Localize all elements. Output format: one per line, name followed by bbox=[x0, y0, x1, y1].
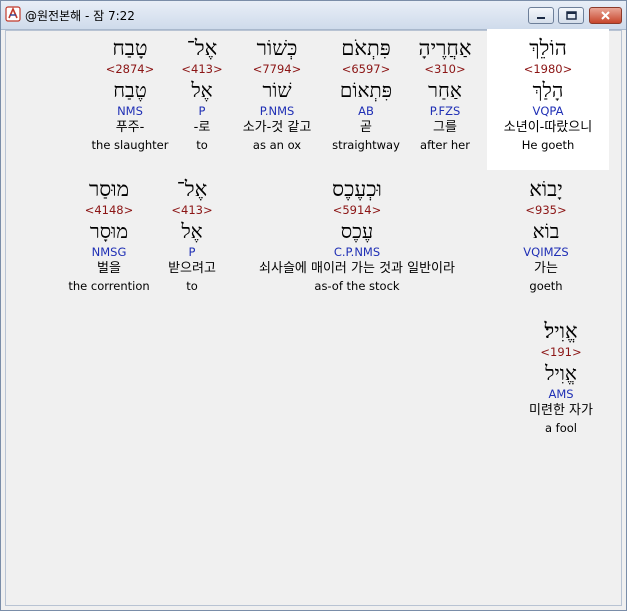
parsing-code: NMSG bbox=[91, 245, 127, 259]
word-cell[interactable]: טָבַח <2874> טֶבַח NMS 푸주- the slaughter bbox=[88, 35, 172, 153]
hebrew-lemma: אֶל bbox=[181, 219, 203, 243]
korean-gloss: 곧 bbox=[360, 120, 372, 135]
hebrew-word: אֶל־ bbox=[176, 177, 208, 201]
english-gloss: as-of the stock bbox=[314, 279, 400, 293]
korean-gloss: 벌을 bbox=[97, 261, 121, 276]
strong-number[interactable]: <6597> bbox=[325, 61, 407, 77]
hebrew-word: אֱוִיל׃ bbox=[544, 319, 578, 343]
english-gloss: straightway bbox=[332, 138, 400, 152]
word-cell[interactable]: אֱוִיל׃ <191> אֱוִיל AMS 미련한 자가 a fool bbox=[512, 318, 610, 436]
maximize-icon bbox=[566, 11, 577, 20]
english-gloss: to bbox=[186, 279, 198, 293]
english-gloss: to bbox=[196, 138, 208, 152]
strong-number[interactable]: <191> bbox=[512, 344, 610, 360]
english-gloss: goeth bbox=[529, 279, 563, 293]
word-cell[interactable]: יָבוֹא <935> בוֹא VQIMZS 가는 goeth bbox=[505, 176, 587, 294]
parsing-code: P.FZS bbox=[429, 104, 461, 118]
korean-gloss: 푸주- bbox=[115, 120, 145, 135]
hebrew-word: יָבוֹא bbox=[529, 177, 563, 201]
parsing-code: P bbox=[198, 104, 206, 118]
strong-number[interactable]: <7794> bbox=[232, 61, 322, 77]
strong-number[interactable]: <413> bbox=[177, 61, 227, 77]
title-bar[interactable]: @원전본해 - 잠 7:22 bbox=[1, 1, 626, 30]
hebrew-word: פִּתְאֹם bbox=[341, 36, 391, 60]
hebrew-lemma: עֶכֶס bbox=[340, 219, 374, 243]
word-cell[interactable]: פִּתְאֹם <6597> פִּתְאוֹם AB 곧 straightw… bbox=[325, 35, 407, 153]
maximize-button[interactable] bbox=[558, 7, 584, 24]
word-cell[interactable]: מוּסַר <4148> מוּסָר NMSG 벌을 the corrent… bbox=[62, 176, 156, 294]
minimize-icon bbox=[537, 17, 545, 19]
parsing-code: AMS bbox=[548, 387, 574, 401]
hebrew-word: אֶל־ bbox=[186, 36, 218, 60]
close-button[interactable] bbox=[589, 7, 622, 24]
window-title: @원전본해 - 잠 7:22 bbox=[25, 9, 135, 23]
app-logo-icon bbox=[5, 6, 21, 22]
hebrew-lemma: הָלַךְ bbox=[532, 78, 564, 102]
hebrew-word: מוּסַר bbox=[88, 177, 130, 201]
strong-number[interactable]: <4148> bbox=[62, 202, 156, 218]
parsing-code: P.NMS bbox=[259, 104, 295, 118]
korean-gloss: 가는 bbox=[534, 261, 558, 276]
strong-number[interactable]: <5914> bbox=[232, 202, 482, 218]
english-gloss: the slaughter bbox=[91, 138, 169, 152]
parsing-code: C.P.NMS bbox=[333, 245, 381, 259]
parsing-code: VQIMZS bbox=[523, 245, 569, 259]
strong-number[interactable]: <413> bbox=[162, 202, 222, 218]
word-cell[interactable]: אַחֲרֶיהָ <310> אַחַר P.FZS 그를 after her bbox=[405, 35, 485, 153]
word-cell[interactable]: אֶל־ <413> אֶל P 받으려고 to bbox=[162, 176, 222, 294]
word-cell[interactable]: הוֹלֵךְ <1980> הָלַךְ VQPA 소년이-따랐으니 He g… bbox=[487, 35, 609, 153]
korean-gloss: -로 bbox=[193, 120, 211, 135]
english-gloss: He goeth bbox=[521, 138, 575, 152]
korean-gloss: 받으려고 bbox=[168, 261, 216, 276]
close-icon bbox=[601, 11, 610, 20]
korean-gloss: 쇠사슬에 매이러 가는 것과 일반이라 bbox=[259, 261, 455, 276]
hebrew-lemma: טֶבַח bbox=[113, 78, 147, 102]
hebrew-lemma: אַחַר bbox=[428, 78, 462, 102]
english-gloss: the corrention bbox=[68, 279, 150, 293]
word-cell[interactable]: וּכְעֶכֶס <5914> עֶכֶס C.P.NMS 쇠사슬에 매이러 … bbox=[232, 176, 482, 294]
strong-number[interactable]: <1980> bbox=[487, 61, 609, 77]
english-gloss: after her bbox=[420, 138, 470, 152]
korean-gloss: 소년이-따랐으니 bbox=[503, 120, 593, 135]
english-gloss: a fool bbox=[544, 421, 578, 435]
hebrew-lemma: בוֹא bbox=[532, 219, 560, 243]
hebrew-word: טָבַח bbox=[112, 36, 148, 60]
korean-gloss: 그를 bbox=[433, 120, 457, 135]
word-cell[interactable]: כְּשׁוֹר <7794> שׁוֹר P.NMS 소가-것 같고 as a… bbox=[232, 35, 322, 153]
word-cell[interactable]: אֶל־ <413> אֶל P -로 to bbox=[177, 35, 227, 153]
korean-gloss: 미련한 자가 bbox=[529, 403, 593, 418]
hebrew-lemma: פִּתְאוֹם bbox=[339, 78, 393, 102]
hebrew-lemma: שׁוֹר bbox=[262, 78, 292, 102]
minimize-button[interactable] bbox=[528, 7, 554, 24]
parsing-code: P bbox=[188, 245, 196, 259]
strong-number[interactable]: <935> bbox=[505, 202, 587, 218]
korean-gloss: 소가-것 같고 bbox=[242, 120, 312, 135]
hebrew-lemma: אֱוִיל bbox=[545, 361, 577, 385]
strong-number[interactable]: <2874> bbox=[88, 61, 172, 77]
strong-number[interactable]: <310> bbox=[405, 61, 485, 77]
hebrew-word: הוֹלֵךְ bbox=[529, 36, 567, 60]
parsing-code: AB bbox=[358, 104, 374, 118]
hebrew-word: כְּשׁוֹר bbox=[256, 36, 298, 60]
parsing-code: VQPA bbox=[532, 104, 564, 118]
hebrew-lemma: מוּסָר bbox=[89, 219, 129, 243]
hebrew-lemma: אֶל bbox=[191, 78, 213, 102]
english-gloss: as an ox bbox=[252, 138, 302, 152]
hebrew-word: וּכְעֶכֶס bbox=[332, 177, 382, 201]
hebrew-word: אַחֲרֶיהָ bbox=[418, 36, 472, 60]
parsing-code: NMS bbox=[117, 104, 143, 118]
